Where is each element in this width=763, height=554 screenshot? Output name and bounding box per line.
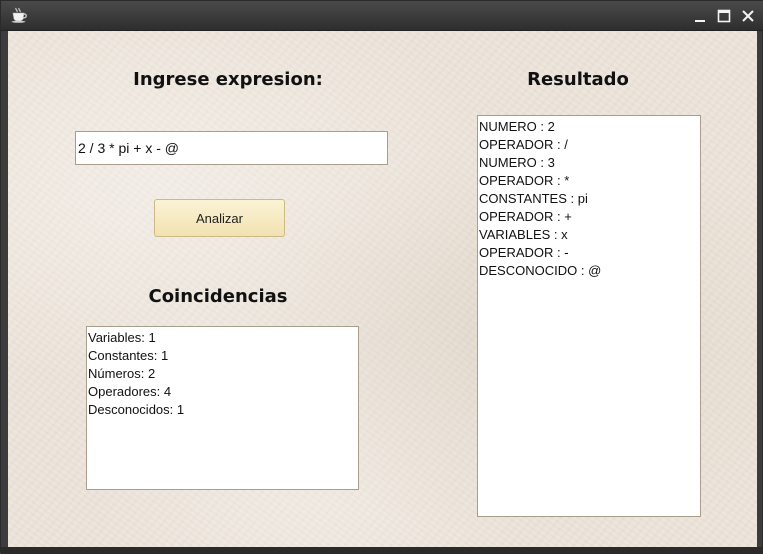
matches-line: Variables: 1 [88, 330, 156, 345]
close-icon[interactable] [738, 5, 758, 27]
result-line: OPERADOR : / [479, 137, 568, 152]
result-textarea[interactable]: NUMERO : 2 OPERADOR : / NUMERO : 3 OPERA… [477, 115, 701, 517]
result-line: OPERADOR : - [479, 245, 569, 260]
maximize-icon[interactable] [714, 5, 734, 27]
result-line: DESCONOCIDO : @ [479, 263, 602, 278]
matches-heading: Coincidencias [148, 286, 288, 307]
result-line: OPERADOR : + [479, 209, 572, 224]
matches-line: Operadores: 4 [88, 384, 172, 399]
matches-textarea[interactable]: Variables: 1 Constantes: 1 Números: 2 Op… [86, 326, 359, 490]
result-line: CONSTANTES : pi [479, 191, 588, 206]
analyze-button[interactable]: Analizar [154, 199, 285, 237]
matches-line: Números: 2 [88, 366, 156, 381]
window-controls [690, 5, 758, 27]
result-line: VARIABLES : x [479, 227, 568, 242]
app-window: Ingrese expresion: Analizar Coincidencia… [0, 0, 763, 554]
main-panel: Ingrese expresion: Analizar Coincidencia… [8, 31, 757, 547]
title-bar[interactable] [1, 1, 763, 31]
matches-line: Constantes: 1 [88, 348, 169, 363]
coffee-cup-icon [10, 7, 28, 23]
expression-input[interactable] [75, 131, 388, 165]
matches-line: Desconocidos: 1 [88, 402, 185, 417]
result-line: NUMERO : 2 [479, 119, 555, 134]
minimize-icon[interactable] [690, 5, 710, 27]
expression-heading: Ingrese expresion: [133, 69, 323, 90]
result-heading: Resultado [527, 69, 629, 90]
result-line: NUMERO : 3 [479, 155, 555, 170]
result-line: OPERADOR : * [479, 173, 570, 188]
